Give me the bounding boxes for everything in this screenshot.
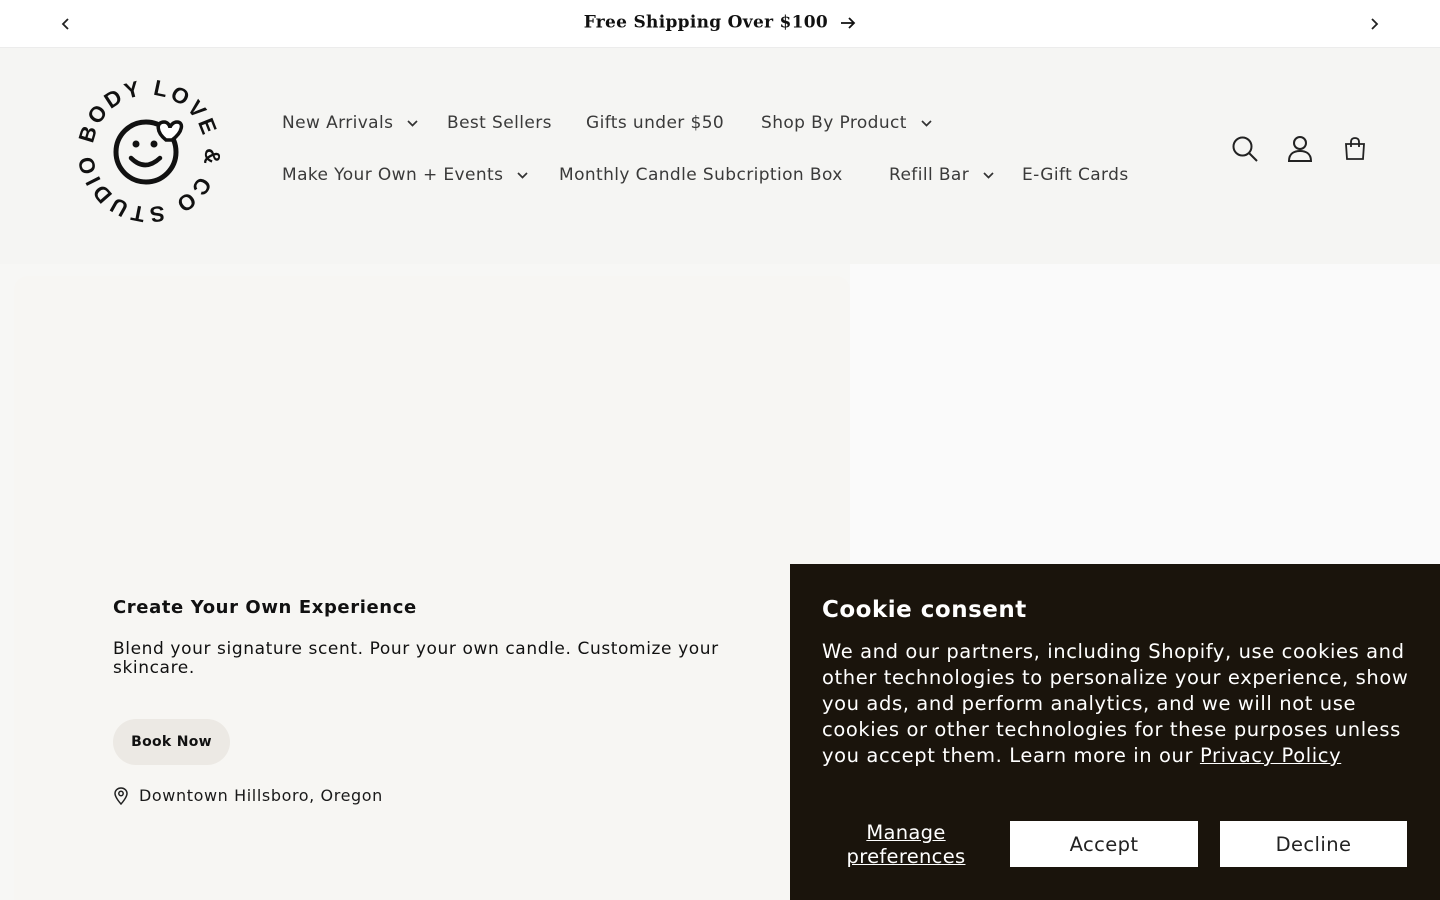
account-button[interactable]	[1284, 133, 1316, 165]
manage-preferences-link[interactable]: Manage preferences	[822, 821, 990, 869]
chevron-down-icon	[407, 119, 418, 127]
logo-image: BODY LOVE & CO STUDIO 1	[68, 58, 222, 228]
privacy-policy-link[interactable]: Privacy Policy	[1200, 744, 1341, 767]
location-pin-icon	[113, 786, 129, 805]
nav-gifts-under-50[interactable]: Gifts under $50	[586, 113, 724, 133]
chevron-down-icon	[517, 171, 528, 179]
hero-card	[14, 276, 850, 900]
chevron-down-icon	[921, 119, 932, 127]
nav-shop-by-product[interactable]: Shop By Product	[761, 113, 932, 133]
accept-button[interactable]: Accept	[1010, 821, 1198, 867]
announcement-link[interactable]: Free Shipping Over $100	[0, 12, 1440, 33]
nav-new-arrivals[interactable]: New Arrivals	[282, 113, 418, 133]
nav-refill-bar[interactable]: Refill Bar	[889, 165, 994, 185]
arrow-right-icon	[841, 16, 856, 29]
book-now-button[interactable]: Book Now	[113, 719, 230, 765]
search-icon	[1232, 136, 1258, 162]
hero-title: Create Your Own Experience	[113, 597, 417, 618]
cookie-body: We and our partners, including Shopify, …	[822, 639, 1422, 769]
cart-button[interactable]	[1339, 133, 1371, 165]
chevron-down-icon	[983, 171, 994, 179]
site-header: BODY LOVE & CO STUDIO 1 New Arrivals Bes…	[0, 48, 1440, 264]
cart-icon	[1345, 137, 1365, 160]
brand-logo[interactable]: BODY LOVE & CO STUDIO 1	[68, 58, 222, 228]
announcement-text: Free Shipping Over $100	[583, 12, 829, 33]
account-icon	[1287, 136, 1313, 162]
search-button[interactable]	[1229, 133, 1261, 165]
nav-monthly-candle-box[interactable]: Monthly Candle Subcription Box	[559, 165, 843, 185]
decline-button[interactable]: Decline	[1220, 821, 1407, 867]
cookie-title: Cookie consent	[822, 597, 1027, 623]
hero-description: Blend your signature scent. Pour your ow…	[113, 639, 719, 678]
nav-best-sellers[interactable]: Best Sellers	[447, 113, 552, 133]
cookie-consent-banner: Cookie consent We and our partners, incl…	[790, 564, 1440, 900]
location-text: Downtown Hillsboro, Oregon	[139, 786, 383, 805]
nav-e-gift-cards[interactable]: E-Gift Cards	[1022, 165, 1129, 185]
svg-text:BODY LOVE & CO STUDIO 1: BODY LOVE & CO STUDIO 1	[76, 78, 222, 224]
announcement-next-button[interactable]	[1362, 12, 1386, 36]
announcement-bar: Free Shipping Over $100	[0, 0, 1440, 48]
nav-make-your-own-events[interactable]: Make Your Own + Events	[282, 165, 528, 185]
location-info: Downtown Hillsboro, Oregon	[113, 786, 383, 805]
chevron-right-icon	[1371, 18, 1379, 30]
